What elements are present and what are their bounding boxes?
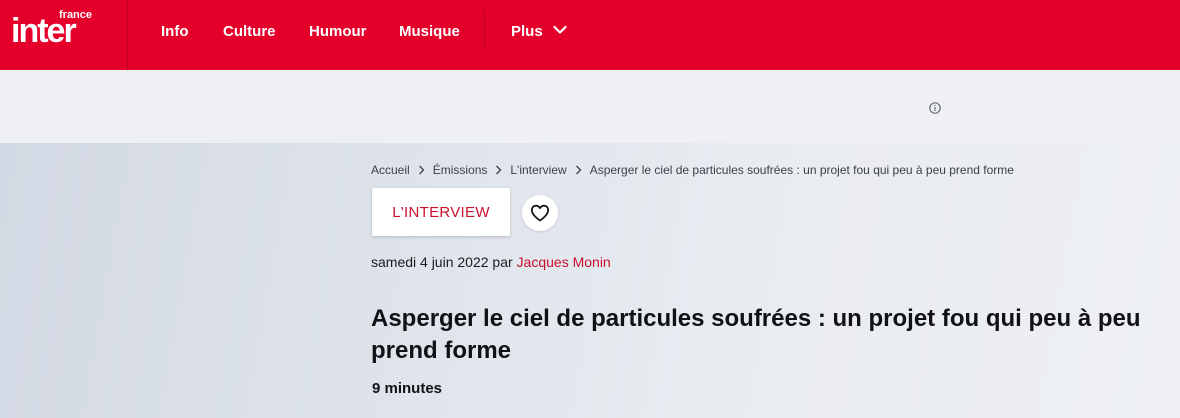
article-byline: samedi 4 juin 2022 par Jacques Monin: [371, 254, 611, 271]
heart-icon: [530, 204, 550, 222]
favorite-button[interactable]: [522, 195, 558, 231]
breadcrumb-emissions[interactable]: Émissions: [433, 163, 488, 177]
breadcrumb-current: Asperger le ciel de particules soufrées …: [589, 163, 1014, 177]
site-logo[interactable]: france inter: [0, 0, 128, 70]
nav-more-button[interactable]: Plus: [511, 23, 543, 41]
show-tag-button[interactable]: L'INTERVIEW: [372, 188, 510, 236]
nav-item-humour[interactable]: Humour: [309, 23, 367, 41]
breadcrumb: Accueil Émissions L'interview Asperger le c…: [371, 163, 1014, 177]
byline-by: par: [492, 254, 513, 270]
chevron-right-icon: [575, 165, 582, 175]
chevron-right-icon: [496, 165, 502, 175]
chevron-down-icon[interactable]: [553, 25, 567, 35]
reading-duration: 9 minutes: [372, 380, 443, 397]
site-header: france inter Info Culture Humour Musique…: [0, 0, 1180, 70]
chevron-right-icon: [418, 165, 425, 175]
author-link[interactable]: Jacques Monin: [517, 254, 611, 270]
breadcrumb-accueil[interactable]: Accueil: [371, 163, 410, 177]
nav-divider: [484, 10, 485, 50]
nav-item-musique[interactable]: Musique: [399, 23, 460, 41]
article-hero: [0, 143, 1180, 418]
breadcrumb-interview[interactable]: L'interview: [510, 163, 566, 177]
article-date: samedi 4 juin 2022: [371, 254, 489, 270]
info-circle-icon[interactable]: [929, 102, 941, 114]
ad-banner: [0, 70, 1180, 143]
nav-item-culture[interactable]: Culture: [223, 23, 276, 41]
nav-item-info[interactable]: Info: [161, 23, 189, 41]
logo-big-text: inter: [11, 12, 77, 50]
article-title: Asperger le ciel de particules soufrées …: [371, 305, 1141, 364]
